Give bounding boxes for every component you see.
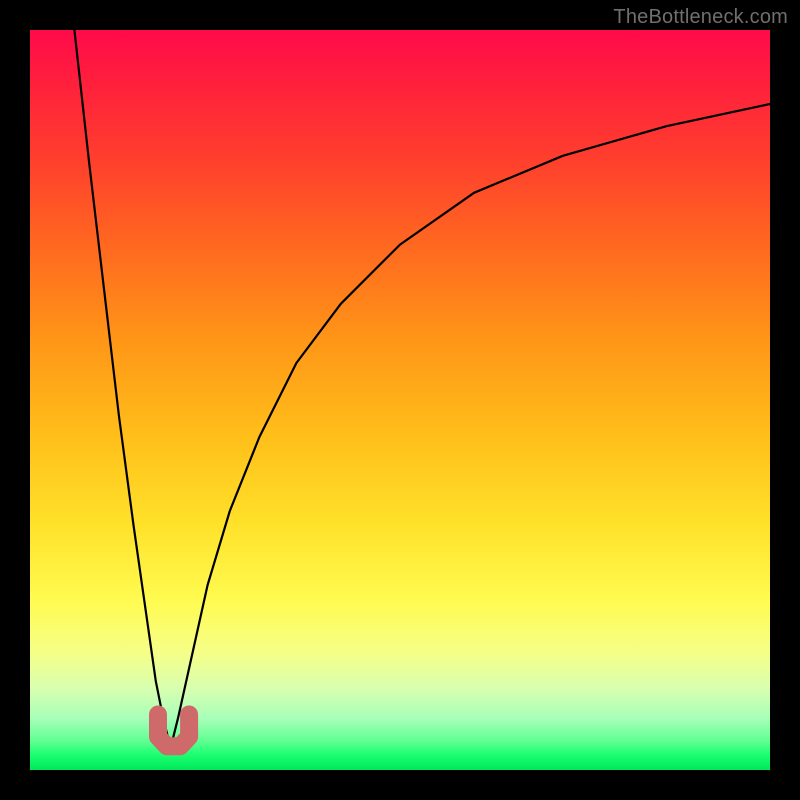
watermark-text: TheBottleneck.com: [613, 6, 788, 29]
outer-frame: TheBottleneck.com: [0, 0, 800, 800]
trough-marker: [30, 30, 770, 770]
trough-u-icon: [158, 715, 189, 747]
plot-area: [30, 30, 770, 770]
